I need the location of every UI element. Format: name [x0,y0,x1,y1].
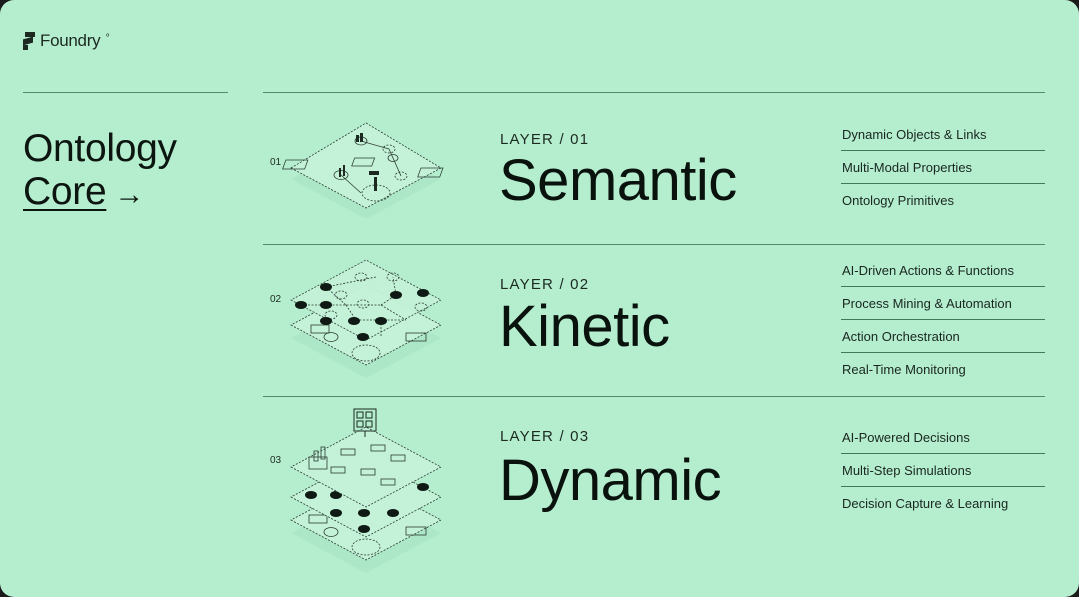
foundry-logo-text: Foundry [40,31,101,50]
foundry-logo-icon [23,32,35,50]
layer-index: 01 [270,157,282,168]
layer-row-dynamic: 03 LAYER / 03 Dynamic AI-Powered Decisio… [263,397,1045,597]
layer-name: Dynamic [499,448,722,513]
feature-item[interactable]: AI-Driven Actions & Functions [841,254,1045,287]
ontology-core-link[interactable]: Core → [23,170,177,216]
layer-label: LAYER / 03 [500,428,590,445]
feature-item[interactable]: Ontology Primitives [841,184,1045,217]
feature-list: AI-Powered Decisions Multi-Step Simulati… [841,421,1045,520]
feature-list: AI-Driven Actions & Functions Process Mi… [841,254,1045,386]
feature-item[interactable]: Multi-Step Simulations [841,454,1045,487]
feature-item[interactable]: Process Mining & Automation [841,287,1045,320]
foundry-logo[interactable]: Foundry º [23,31,109,51]
ontology-core-heading: Ontology Core → [23,127,177,216]
arrow-right-icon[interactable]: → [114,178,144,211]
layer-label: LAYER / 02 [500,276,590,293]
kinetic-layer-illustration [290,259,442,378]
feature-list: Dynamic Objects & Links Multi-Modal Prop… [841,118,1045,217]
layer-name: Semantic [499,148,737,213]
left-top-divider [23,92,228,93]
layer-name: Kinetic [499,294,670,359]
dynamic-layer-illustration [290,408,442,573]
foundry-logo-superscript: º [106,31,109,41]
feature-item[interactable]: AI-Powered Decisions [841,421,1045,454]
feature-item[interactable]: Decision Capture & Learning [841,487,1045,520]
feature-item[interactable]: Real-Time Monitoring [841,353,1045,386]
layer-row-kinetic: 02 LAYER / 02 Kinetic AI-Driven Actions … [263,245,1045,396]
semantic-layer-illustration [282,122,444,219]
layer-row-semantic: 01 LAYER / 01 Semantic Dynamic Objects &… [263,93,1045,244]
layer-index: 03 [270,455,282,466]
feature-item[interactable]: Dynamic Objects & Links [841,118,1045,151]
layer-index: 02 [270,294,282,305]
ontology-core-link-text[interactable]: Core [23,170,107,213]
page: Foundry º Ontology Core → 01 LAYER / 01 Se… [0,0,1079,597]
ontology-core-title-line1: Ontology [23,127,177,170]
feature-item[interactable]: Multi-Modal Properties [841,151,1045,184]
layer-label: LAYER / 01 [500,131,590,148]
feature-item[interactable]: Action Orchestration [841,320,1045,353]
